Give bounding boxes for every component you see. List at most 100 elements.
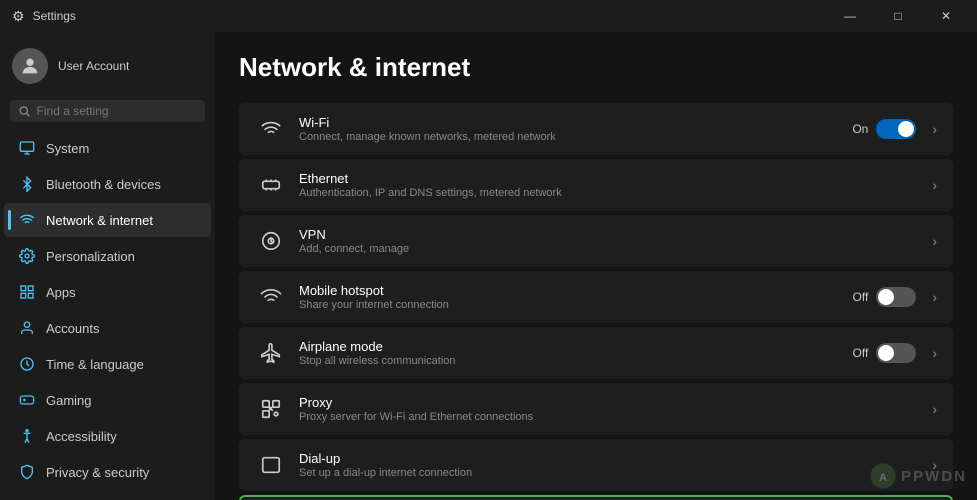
- close-button[interactable]: ✕: [923, 0, 969, 32]
- nav-label-accessibility: Accessibility: [46, 429, 117, 444]
- nav-label-gaming: Gaming: [46, 393, 92, 408]
- settings-item-hotspot[interactable]: Mobile hotspot Share your internet conne…: [239, 271, 953, 323]
- vpn-icon: [255, 225, 287, 257]
- hotspot-title: Mobile hotspot: [299, 283, 844, 298]
- ethernet-chevron: ›: [932, 177, 937, 193]
- nav-label-network: Network & internet: [46, 213, 153, 228]
- proxy-control: ›: [924, 401, 937, 417]
- wifi-toggle[interactable]: [876, 119, 916, 139]
- airplane-title: Airplane mode: [299, 339, 844, 354]
- user-profile[interactable]: User Account: [0, 40, 215, 96]
- search-icon: [18, 104, 31, 118]
- watermark-logo: A: [869, 462, 897, 490]
- hotspot-desc: Share your internet connection: [299, 299, 844, 311]
- settings-item-proxy[interactable]: Proxy Proxy server for Wi-Fi and Etherne…: [239, 383, 953, 435]
- ethernet-desc: Authentication, IP and DNS settings, met…: [299, 187, 924, 199]
- dialup-title: Dial-up: [299, 451, 924, 466]
- minimize-button[interactable]: —: [827, 0, 873, 32]
- nav-item-apps[interactable]: Apps: [4, 275, 211, 309]
- settings-item-ethernet[interactable]: Ethernet Authentication, IP and DNS sett…: [239, 159, 953, 211]
- wifi-chevron: ›: [932, 121, 937, 137]
- airplane-text: Airplane mode Stop all wireless communic…: [299, 339, 844, 367]
- nav-label-bluetooth: Bluetooth & devices: [46, 177, 161, 192]
- settings-list: Wi-Fi Connect, manage known networks, me…: [239, 103, 953, 500]
- airplane-chevron: ›: [932, 345, 937, 361]
- settings-item-wifi[interactable]: Wi-Fi Connect, manage known networks, me…: [239, 103, 953, 155]
- ethernet-text: Ethernet Authentication, IP and DNS sett…: [299, 171, 924, 199]
- avatar-icon: [19, 55, 41, 77]
- nav-item-accessibility[interactable]: Accessibility: [4, 419, 211, 453]
- app-title: Settings: [33, 9, 76, 23]
- airplane-icon: [255, 337, 287, 369]
- accounts-icon: [18, 319, 36, 337]
- nav-item-bluetooth[interactable]: Bluetooth & devices: [4, 167, 211, 201]
- wifi-toggle-label: On: [844, 122, 868, 136]
- personalization-icon: [18, 247, 36, 265]
- ethernet-icon: [255, 169, 287, 201]
- airplane-toggle[interactable]: [876, 343, 916, 363]
- avatar: [12, 48, 48, 84]
- user-name: User Account: [58, 59, 129, 73]
- system-icon: [18, 139, 36, 157]
- privacy-icon: [18, 463, 36, 481]
- main-content: Network & internet Wi-Fi Connect, manage…: [215, 32, 977, 500]
- dialup-desc: Set up a dial-up internet connection: [299, 467, 924, 479]
- settings-item-dialup[interactable]: Dial-up Set up a dial-up internet connec…: [239, 439, 953, 491]
- nav-item-time[interactable]: Time & language: [4, 347, 211, 381]
- wifi-icon: [255, 113, 287, 145]
- proxy-desc: Proxy server for Wi-Fi and Ethernet conn…: [299, 411, 924, 423]
- hotspot-text: Mobile hotspot Share your internet conne…: [299, 283, 844, 311]
- title-bar-controls: — □ ✕: [827, 0, 969, 32]
- nav-label-system: System: [46, 141, 89, 156]
- search-box[interactable]: [10, 100, 205, 122]
- accessibility-icon: [18, 427, 36, 445]
- nav-label-accounts: Accounts: [46, 321, 99, 336]
- nav-item-privacy[interactable]: Privacy & security: [4, 455, 211, 489]
- page-title: Network & internet: [239, 52, 953, 83]
- svg-text:A: A: [879, 472, 887, 484]
- nav-item-update[interactable]: Windows Update: [4, 491, 211, 500]
- airplane-control: Off ›: [844, 343, 937, 363]
- dialup-icon: [255, 449, 287, 481]
- vpn-text: VPN Add, connect, manage: [299, 227, 924, 255]
- network-icon: [18, 211, 36, 229]
- maximize-button[interactable]: □: [875, 0, 921, 32]
- hotspot-chevron: ›: [932, 289, 937, 305]
- nav-item-accounts[interactable]: Accounts: [4, 311, 211, 345]
- wifi-desc: Connect, manage known networks, metered …: [299, 131, 844, 143]
- nav-item-gaming[interactable]: Gaming: [4, 383, 211, 417]
- settings-item-advanced[interactable]: Advanced network settings View all netwo…: [239, 495, 953, 500]
- settings-item-vpn[interactable]: VPN Add, connect, manage ›: [239, 215, 953, 267]
- vpn-title: VPN: [299, 227, 924, 242]
- wifi-text: Wi-Fi Connect, manage known networks, me…: [299, 115, 844, 143]
- sidebar: User Account System Bluetooth & devices: [0, 32, 215, 500]
- nav-label-apps: Apps: [46, 285, 76, 300]
- proxy-title: Proxy: [299, 395, 924, 410]
- vpn-desc: Add, connect, manage: [299, 243, 924, 255]
- app-icon: ⚙: [12, 8, 25, 25]
- nav-item-network[interactable]: Network & internet: [4, 203, 211, 237]
- title-bar: ⚙ Settings — □ ✕: [0, 0, 977, 32]
- nav-item-personalization[interactable]: Personalization: [4, 239, 211, 273]
- vpn-control: ›: [924, 233, 937, 249]
- wifi-title: Wi-Fi: [299, 115, 844, 130]
- proxy-chevron: ›: [932, 401, 937, 417]
- nav-label-personalization: Personalization: [46, 249, 135, 264]
- hotspot-icon: [255, 281, 287, 313]
- search-input[interactable]: [37, 104, 197, 118]
- apps-icon: [18, 283, 36, 301]
- title-bar-left: ⚙ Settings: [12, 8, 76, 25]
- hotspot-toggle-label: Off: [844, 290, 868, 304]
- airplane-desc: Stop all wireless communication: [299, 355, 844, 367]
- gaming-icon: [18, 391, 36, 409]
- hotspot-control: Off ›: [844, 287, 937, 307]
- app-body: User Account System Bluetooth & devices: [0, 32, 977, 500]
- settings-item-airplane[interactable]: Airplane mode Stop all wireless communic…: [239, 327, 953, 379]
- hotspot-toggle[interactable]: [876, 287, 916, 307]
- proxy-icon: [255, 393, 287, 425]
- nav-label-privacy: Privacy & security: [46, 465, 149, 480]
- nav-item-system[interactable]: System: [4, 131, 211, 165]
- proxy-text: Proxy Proxy server for Wi-Fi and Etherne…: [299, 395, 924, 423]
- airplane-toggle-label: Off: [844, 346, 868, 360]
- time-icon: [18, 355, 36, 373]
